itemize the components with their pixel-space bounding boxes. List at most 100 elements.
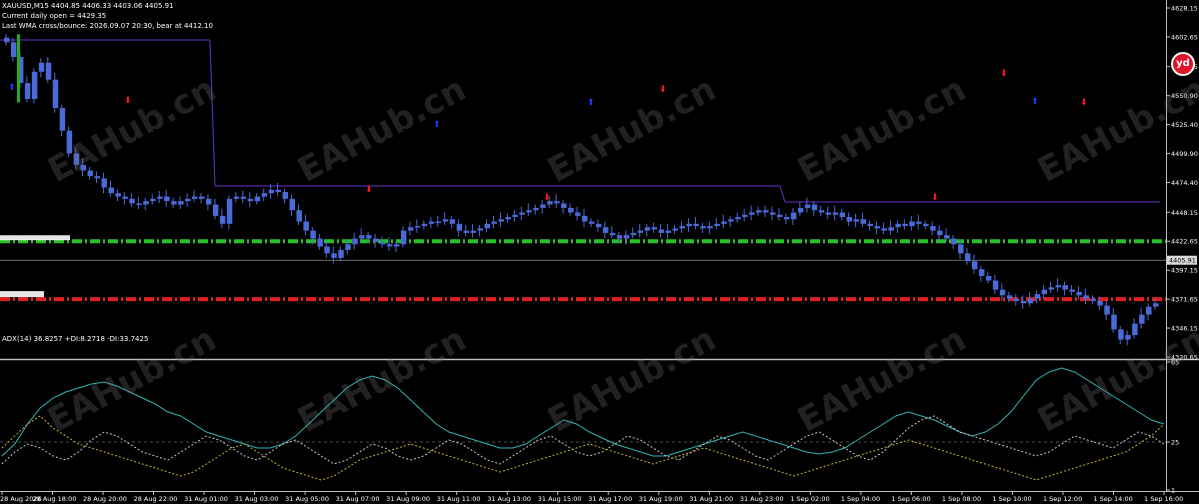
candle-body: [275, 189, 282, 193]
support-marker: [0, 235, 70, 241]
x-tick-label: 28 Aug 20:00: [83, 495, 127, 503]
candle-body: [1090, 298, 1096, 301]
x-tick-label: 1 Sep 02:00: [790, 495, 829, 503]
candle-body: [505, 217, 511, 220]
x-tick-label: 1 Sep 06:00: [891, 495, 930, 503]
candle-body: [958, 244, 964, 254]
candle-body: [352, 238, 358, 245]
x-tick-label: 31 Aug 17:00: [588, 495, 632, 503]
candle-body: [254, 196, 261, 202]
candle-body: [776, 214, 783, 218]
y-tick-label: 4525.40: [1171, 121, 1198, 129]
candle-body: [4, 37, 10, 43]
candle-body: [477, 228, 484, 231]
candle-body: [707, 226, 713, 229]
candle-body: [1083, 295, 1089, 299]
candle-body: [783, 217, 790, 220]
candle-body: [721, 221, 727, 224]
candle-body: [24, 83, 31, 99]
candle-body: [261, 193, 268, 197]
x-tick-label: 31 Aug 15:00: [538, 495, 582, 503]
candle-body: [380, 241, 386, 245]
channel-line: [209, 39, 216, 187]
candle-body: [31, 71, 38, 99]
x-tick-label: 31 Aug 07:00: [336, 495, 380, 503]
candle-body: [226, 198, 233, 224]
symbol-ohlc-line: XAUUSD,M15 4404.85 4406.33 4403.06 4405.…: [2, 2, 174, 10]
trading-chart: 4628.154602.654576.454550.904525.404499.…: [0, 0, 1199, 503]
buy-arrow-icon: ⬆: [1031, 97, 1039, 107]
candle-body: [978, 269, 985, 277]
candle-body: [1076, 291, 1082, 296]
x-tick-label: 28 Aug 18:00: [33, 495, 77, 503]
candle-body: [909, 221, 915, 227]
x-tick-label: 31 Aug 03:00: [235, 495, 279, 503]
candle-body: [749, 212, 755, 215]
x-tick-label: 1 Sep 04:00: [841, 495, 880, 503]
candle-body: [770, 212, 776, 215]
candle-body: [463, 230, 470, 233]
candle-body: [609, 232, 616, 236]
x-tick-label: 1 Sep 08:00: [942, 495, 981, 503]
candle-body: [247, 198, 254, 202]
candle-body: [554, 201, 560, 204]
candle-body: [331, 253, 337, 258]
candle-body: [965, 253, 971, 262]
candle-body: [651, 227, 658, 230]
candle-body: [623, 235, 630, 239]
candle-body: [804, 204, 811, 208]
y-tick-label: 4628.15: [1171, 5, 1198, 13]
candle-body: [470, 230, 477, 233]
sell-arrow-icon: ⬇: [543, 193, 551, 203]
candle-body: [582, 215, 588, 222]
candle-body: [10, 42, 17, 57]
sell-arrow-icon: ⬇: [659, 85, 667, 95]
candle-body: [930, 226, 936, 231]
candle-body: [338, 249, 344, 258]
candle-body: [268, 189, 275, 194]
candle-body: [212, 204, 219, 216]
candle-body: [1146, 306, 1152, 315]
candle-body: [533, 207, 539, 211]
candle-body: [435, 221, 442, 224]
buy-arrow-icon: ⬆: [8, 83, 16, 93]
candle-body: [310, 230, 316, 239]
candle-body: [136, 203, 142, 205]
candle-body: [568, 207, 574, 213]
resistance-marker: [0, 291, 44, 298]
candle-body: [303, 221, 309, 231]
current-price-label: 4405.91: [1169, 257, 1196, 265]
candle-body: [742, 214, 748, 218]
daily-open-line: Current daily open = 4429.35: [2, 12, 107, 20]
y-tick-label: 4422.65: [1171, 238, 1198, 246]
x-tick-label: 1 Sep 14:00: [1093, 495, 1132, 503]
candle-body: [1027, 298, 1034, 304]
y-tick-label: 4550.90: [1171, 92, 1198, 100]
sub-y-tick-label: 1: [1171, 487, 1175, 495]
candle-body: [735, 217, 741, 220]
candle-body: [818, 210, 825, 213]
candle-body: [393, 244, 400, 247]
candle-body: [87, 170, 94, 177]
candle-body: [296, 210, 302, 222]
candle-body: [428, 221, 435, 224]
candle-body: [491, 221, 497, 224]
candle-body: [951, 238, 957, 245]
y-tick-label: 4397.15: [1171, 267, 1198, 275]
candle-body: [763, 210, 769, 213]
candle-body: [999, 289, 1006, 296]
app-badge-icon[interactable]: yd: [1171, 52, 1195, 76]
x-tick-label: 31 Aug 09:00: [386, 495, 430, 503]
candle-body: [1132, 323, 1138, 336]
candle-body: [59, 108, 66, 131]
candle-body: [853, 219, 860, 222]
candle-body: [992, 280, 999, 290]
candle-body: [1111, 314, 1117, 330]
candle-body: [449, 219, 456, 224]
candle-body: [575, 212, 581, 216]
candle-body: [937, 230, 943, 236]
candle-body: [205, 198, 212, 205]
y-tick-label: 4371.65: [1171, 296, 1198, 304]
candle-body: [679, 226, 685, 229]
candle-body: [192, 196, 198, 199]
